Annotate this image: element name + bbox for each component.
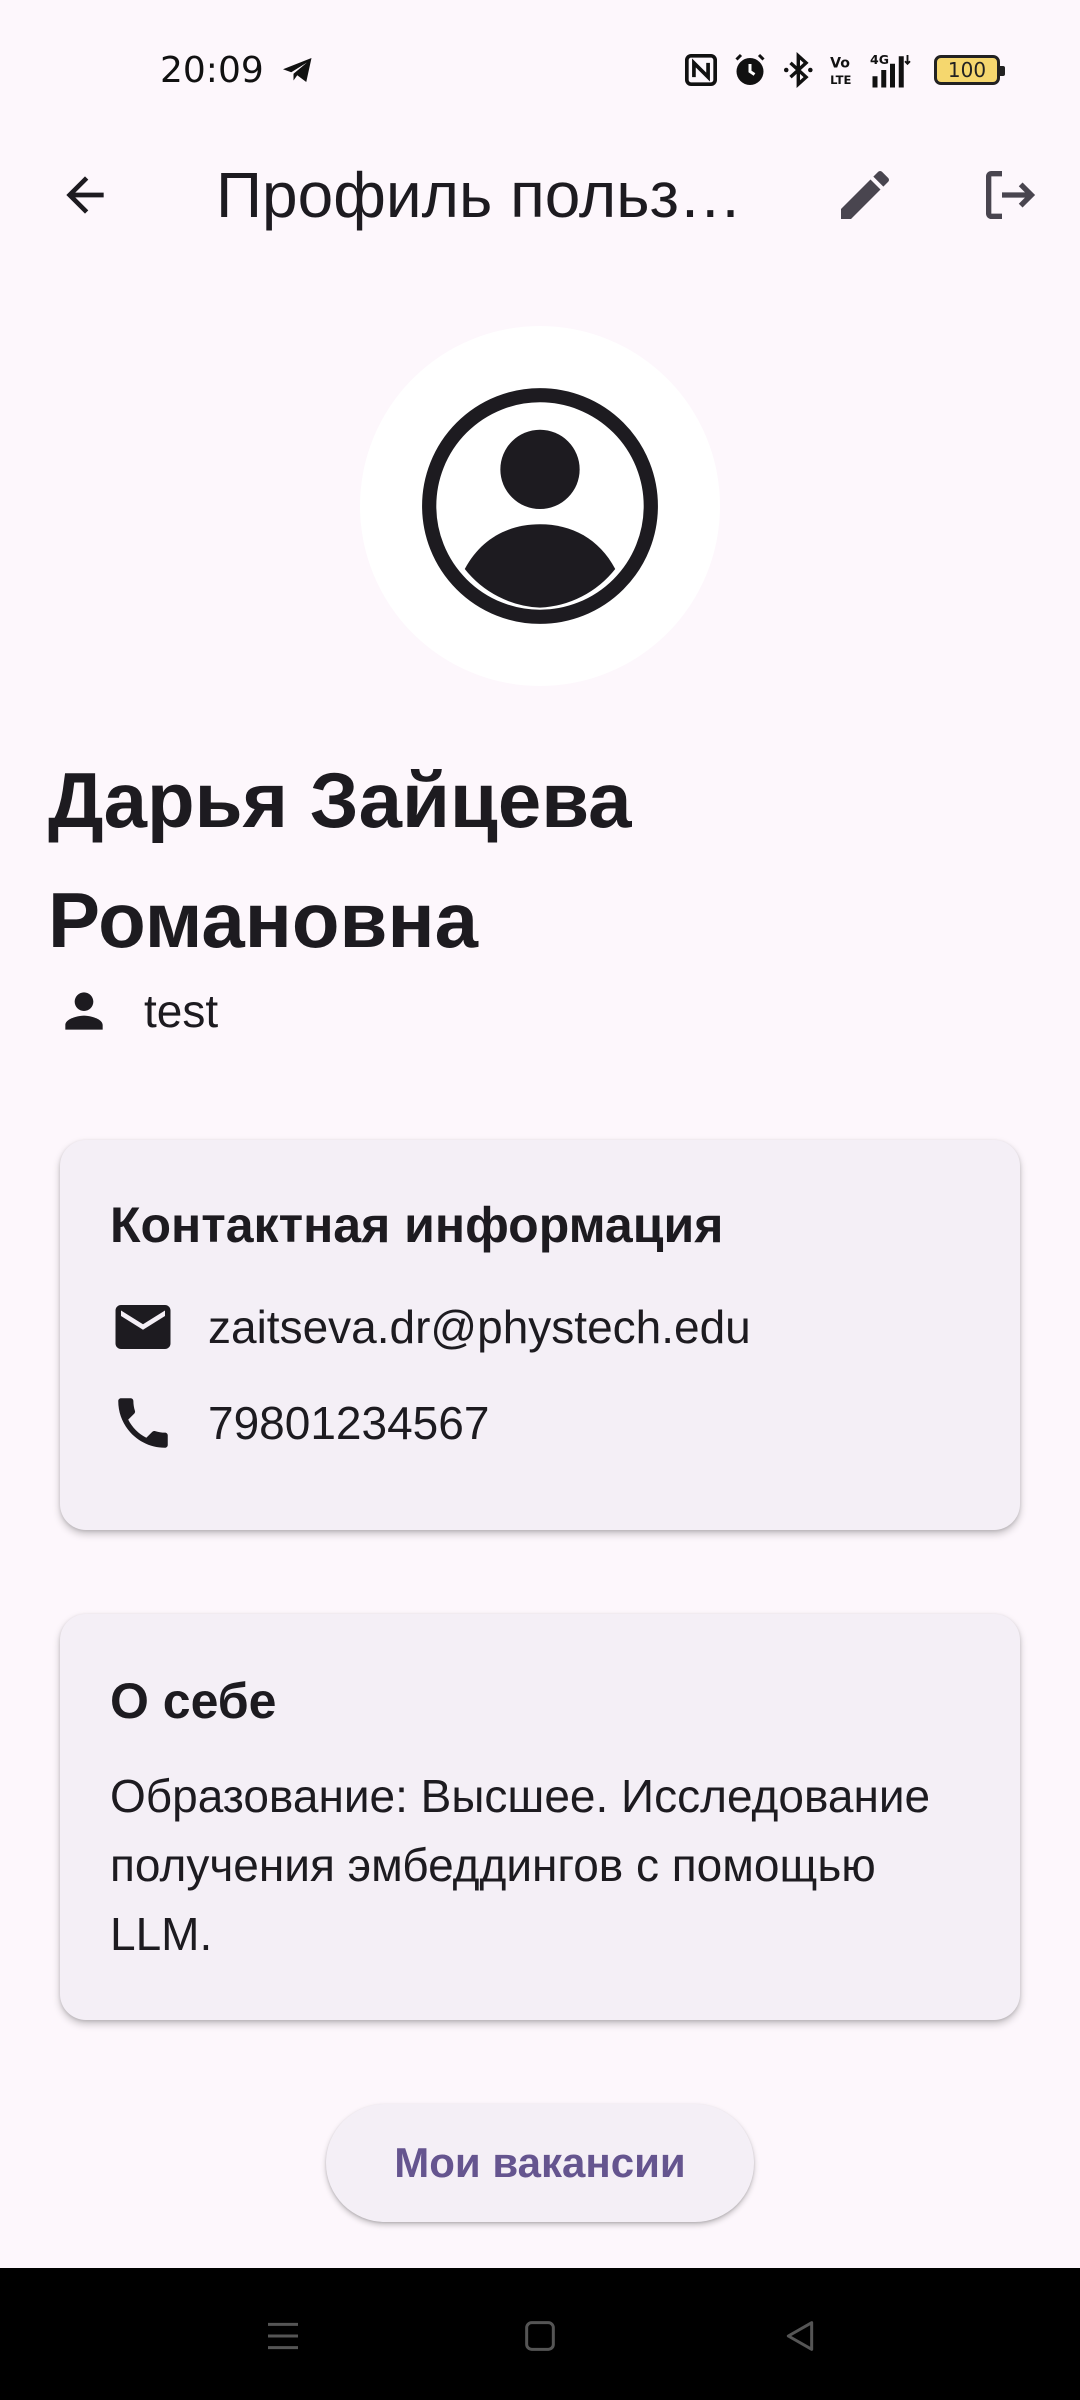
logout-button[interactable] (955, 140, 1065, 250)
phone-row[interactable]: 79801234567 (110, 1388, 489, 1458)
avatar (360, 326, 720, 686)
arrow-back-icon (66, 176, 104, 214)
square-icon (525, 2321, 555, 2351)
home-button[interactable] (510, 2306, 570, 2366)
alarm-icon (735, 53, 765, 85)
my-vacancies-button[interactable]: Мои вакансии (326, 2104, 754, 2222)
svg-text:Vo: Vo (830, 55, 850, 71)
back-button[interactable] (30, 140, 140, 250)
username-row: test (56, 976, 218, 1046)
person-icon (65, 992, 103, 1030)
triangle-back-icon (786, 2321, 814, 2351)
mail-icon (115, 1305, 171, 1349)
volte-icon: Vo LTE (830, 55, 851, 87)
edit-profile-button[interactable] (810, 140, 920, 250)
svg-text:4G: 4G (870, 52, 889, 67)
phone-value: 79801234567 (208, 1397, 490, 1449)
status-time: 20:09 (160, 50, 264, 91)
battery-icon: 100 (934, 55, 1005, 85)
status-bar: 20:09 Vo LTE 4G 100 (0, 0, 1080, 140)
nfc-icon (684, 53, 718, 87)
email-value: zaitseva.dr@phystech.edu (208, 1301, 751, 1353)
logout-icon (986, 171, 1036, 219)
svg-text:LTE: LTE (830, 73, 851, 87)
contacts-title: Контактная информация (110, 1197, 724, 1253)
about-card: О себе Образование: Высшее. Исследование… (60, 1614, 1020, 2020)
about-text: Образование: Высшее. Исследование получе… (110, 1770, 931, 1960)
menu-lines-icon (268, 2322, 298, 2350)
recent-apps-button[interactable] (253, 2306, 313, 2366)
account-circle-icon (422, 388, 658, 624)
email-row[interactable]: zaitseva.dr@phystech.edu (110, 1292, 751, 1362)
system-nav-bar (0, 2268, 1080, 2400)
full-name: Дарья Зайцева Романовна (48, 756, 632, 964)
telegram-icon (283, 58, 312, 82)
app-bar: Профиль пользователя (0, 140, 1080, 250)
username: test (144, 985, 219, 1037)
contacts-card: Контактная информация zaitseva.dr@physte… (60, 1140, 1020, 1530)
system-back-button[interactable] (770, 2306, 830, 2366)
about-title: О себе (110, 1673, 277, 1729)
phone-icon (118, 1398, 168, 1448)
status-icons: Vo LTE 4G 100 (684, 48, 1005, 92)
signal-4g-icon: 4G (870, 52, 911, 88)
edit-pencil-icon (841, 170, 890, 219)
page-title: Профиль пользователя (216, 159, 756, 231)
battery-level: 100 (947, 58, 987, 82)
bluetooth-icon (783, 52, 813, 88)
